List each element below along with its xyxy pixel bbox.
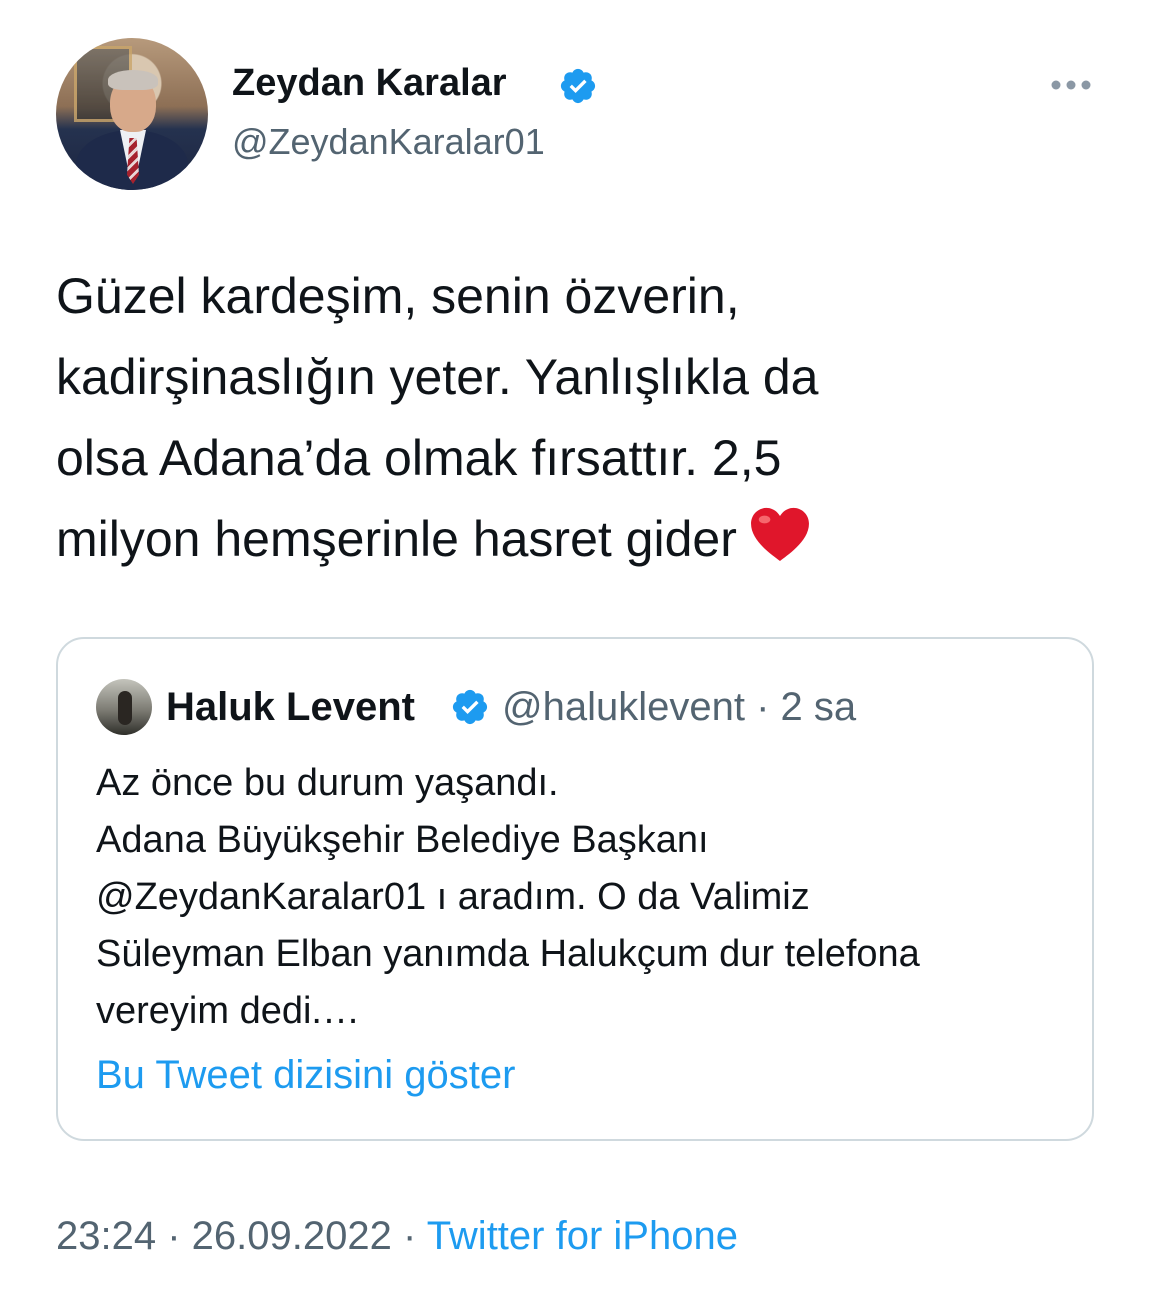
quoted-tweet-text: Az önce bu durum yaşandı. Adana Büyükşeh… xyxy=(96,762,920,1032)
more-options-icon[interactable] xyxy=(1050,78,1092,92)
quoted-author-avatar[interactable] xyxy=(96,679,152,735)
quoted-tweet-card[interactable]: Haluk Levent @haluklevent · 2 sa Az önce… xyxy=(56,637,1094,1141)
verified-badge-icon xyxy=(560,68,596,104)
tweet-date[interactable]: 26.09.2022 xyxy=(192,1214,392,1258)
tweet-source-link[interactable]: Twitter for iPhone xyxy=(427,1214,738,1258)
show-thread-link[interactable]: Bu Tweet dizisini göster xyxy=(96,1053,515,1098)
tweet-text-body: Güzel kardeşim, senin özverin, kadirşina… xyxy=(56,268,819,567)
tweet-text: Güzel kardeşim, senin özverin, kadirşina… xyxy=(56,256,1056,580)
avatar-hair xyxy=(108,70,158,90)
verified-badge-icon xyxy=(452,689,488,725)
red-heart-icon xyxy=(750,507,809,562)
separator: · xyxy=(391,1214,427,1258)
quoted-author-handle-and-time[interactable]: @haluklevent · 2 sa xyxy=(502,685,856,730)
author-avatar[interactable] xyxy=(56,38,208,190)
author-name[interactable]: Zeydan Karalar xyxy=(232,62,507,105)
author-handle[interactable]: @ZeydanKaralar01 xyxy=(232,121,545,163)
avatar-figure xyxy=(118,691,132,725)
separator: · xyxy=(156,1214,192,1258)
tweet-footer: 23:24 · 26.09.2022 · Twitter for iPhone xyxy=(56,1214,738,1259)
quoted-author-name[interactable]: Haluk Levent xyxy=(166,685,415,730)
tweet-time[interactable]: 23:24 xyxy=(56,1214,156,1258)
